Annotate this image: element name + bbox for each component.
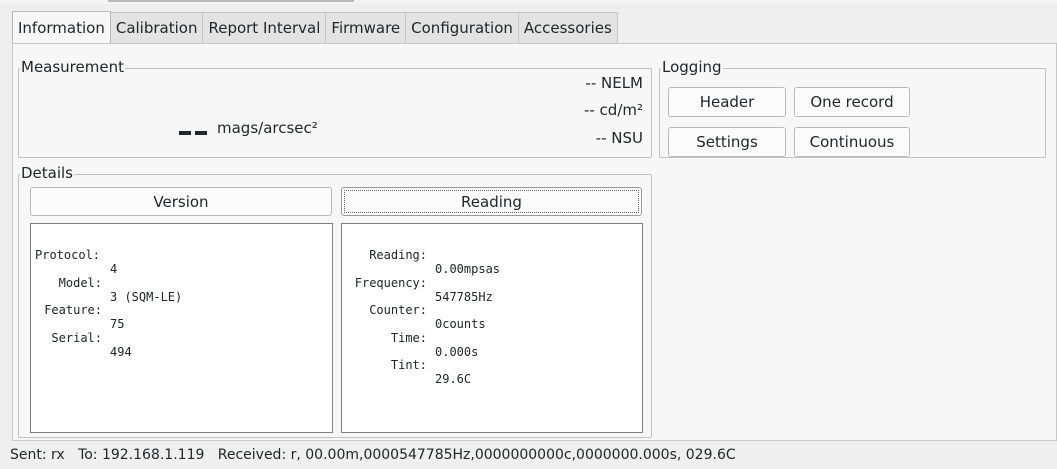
status-received: Received: r, 00.00m,0000547785Hz,0000000… <box>217 447 736 463</box>
measurement-group-title: Measurement <box>20 58 125 76</box>
magnitude-unit-label: mags/arcsec² <box>217 119 318 137</box>
reading-key: Counter: <box>369 303 427 317</box>
version-key: Feature: <box>44 303 102 317</box>
nelm-readout: -- NELM <box>585 74 643 92</box>
nsu-readout: -- NSU <box>595 129 643 147</box>
version-row-serial: Serial: 494 <box>31 317 332 359</box>
reading-key: Tint: <box>390 358 427 372</box>
reading-button[interactable]: Reading <box>341 187 642 216</box>
version-row-protocol: Protocol: 4 <box>31 234 332 276</box>
status-bar: Sent: rx To: 192.168.1.119 Received: r, … <box>10 447 736 463</box>
reading-row-frequency: Frequency: 547785Hz <box>342 262 642 304</box>
reading-key: Frequency: <box>354 275 427 290</box>
one-record-button[interactable]: One record <box>794 87 910 117</box>
reading-key: Time: <box>390 330 427 345</box>
tab-information[interactable]: Information <box>12 11 111 44</box>
continuous-button[interactable]: Continuous <box>794 127 910 157</box>
details-group: Details Version Reading Protocol: 4 Mode… <box>18 164 652 438</box>
settings-button[interactable]: Settings <box>668 127 786 157</box>
version-key: Model: <box>58 275 102 290</box>
tab-calibration[interactable]: Calibration <box>110 12 204 44</box>
tab-accessories[interactable]: Accessories <box>518 12 618 44</box>
details-group-title: Details <box>20 164 75 182</box>
window-top-edge <box>0 0 1057 4</box>
version-value: 494 <box>110 344 132 359</box>
top-edge-shadow <box>108 0 354 2</box>
reading-key: Reading: <box>369 248 427 262</box>
magnitude-value <box>179 131 207 135</box>
version-key: Protocol: <box>35 248 101 262</box>
reading-text-area[interactable]: Reading: 0.00mpsas Frequency: 547785Hz C… <box>341 223 643 433</box>
tab-bar: Information Calibration Report Interval … <box>12 11 618 44</box>
logging-group-title: Logging <box>661 58 723 76</box>
measurement-group: Measurement mags/arcsec² -- NELM -- cd/m… <box>18 58 652 158</box>
version-row-model: Model: 3 (SQM-LE) <box>31 262 332 304</box>
version-row-feature: Feature: 75 <box>31 289 332 331</box>
header-button[interactable]: Header <box>668 87 786 117</box>
reading-button-label: Reading <box>461 193 522 211</box>
logging-group: Logging Header One record Settings Conti… <box>659 58 1046 158</box>
tab-report-interval[interactable]: Report Interval <box>203 12 327 44</box>
version-text-area[interactable]: Protocol: 4 Model: 3 (SQM-LE) Feature: 7… <box>30 223 333 433</box>
reading-row-time: Time: 0.000s <box>342 317 642 359</box>
information-panel: Measurement mags/arcsec² -- NELM -- cd/m… <box>12 43 1057 441</box>
status-sent: Sent: rx <box>10 447 65 463</box>
cdm2-readout: -- cd/m² <box>583 101 643 119</box>
reading-value: 29.6C <box>435 372 472 386</box>
reading-row-counter: Counter: 0counts <box>342 289 642 331</box>
status-to: To: 192.168.1.119 <box>78 447 205 463</box>
reading-row-reading: Reading: 0.00mpsas <box>342 234 642 276</box>
version-key: Serial: <box>51 330 102 345</box>
tab-firmware[interactable]: Firmware <box>326 12 407 44</box>
tab-configuration[interactable]: Configuration <box>406 12 519 44</box>
version-button[interactable]: Version <box>30 187 332 216</box>
reading-row-tint: Tint: 29.6C <box>342 344 642 386</box>
